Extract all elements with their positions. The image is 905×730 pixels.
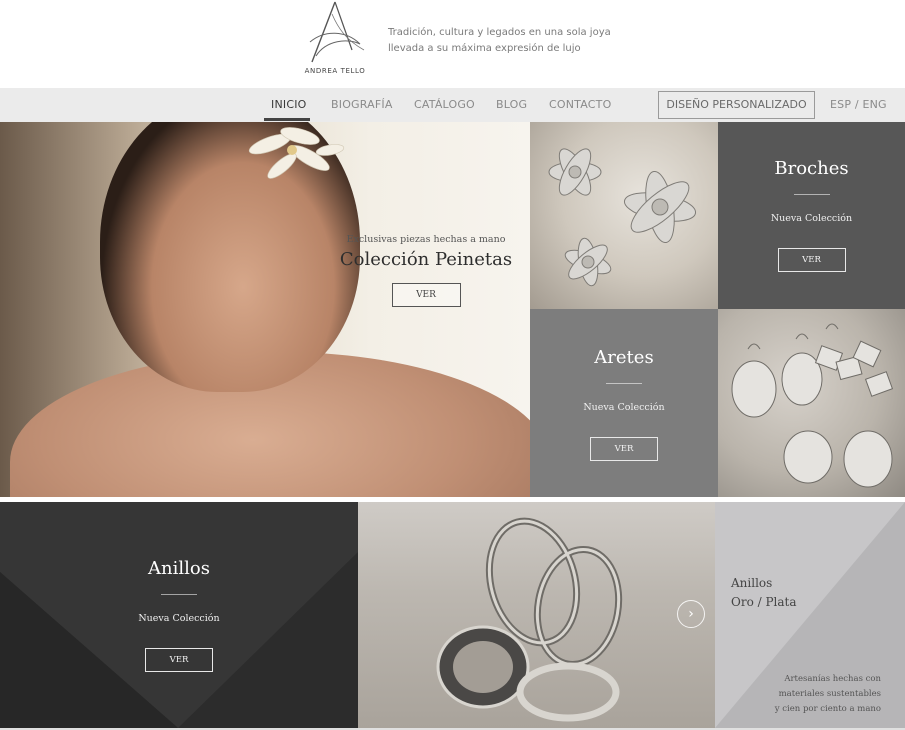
broches-photo[interactable] — [530, 122, 718, 309]
anillos-title: Anillos — [148, 558, 210, 579]
rings-icon — [436, 517, 623, 722]
broches-title: Broches — [774, 158, 849, 179]
brooch-flowers-icon — [548, 148, 697, 287]
nav-item-contacto[interactable]: CONTACTO — [549, 88, 611, 122]
nav-item-biografia[interactable]: BIOGRAFÍA — [331, 88, 393, 122]
side-title-line-1: Anillos — [731, 576, 773, 590]
logo-mark-icon — [309, 1, 365, 63]
anillos-info-panel: Anillos Oro / Plata Artesanías hechas co… — [715, 502, 905, 728]
tagline-line-1: Tradición, cultura y legados en una sola… — [388, 27, 611, 38]
brand-logo[interactable]: ANDREA TELLO — [298, 0, 372, 80]
side-note-line-1: Artesanías hechas con — [784, 674, 881, 684]
broches-subtitle: Nueva Colección — [770, 213, 853, 224]
side-title: Anillos Oro / Plata — [731, 574, 797, 612]
anillos-view-button[interactable]: VER — [145, 648, 213, 672]
hero-view-button[interactable]: VER — [391, 283, 461, 307]
aretes-title: Aretes — [594, 347, 654, 368]
side-title-line-2: Oro / Plata — [731, 595, 797, 609]
hero-caption: Exclusivas piezas hechas a mano Colecció… — [330, 234, 522, 307]
hero-subtitle: Exclusivas piezas hechas a mano — [346, 234, 506, 245]
nav-item-catalogo[interactable]: CATÁLOGO — [414, 88, 475, 122]
anillos-subtitle: Nueva Colección — [138, 613, 220, 624]
aretes-photo[interactable] — [718, 309, 905, 497]
broches-panel: Broches Nueva Colección VER — [718, 122, 905, 309]
anillos-divider — [161, 594, 197, 595]
nav-item-blog[interactable]: BLOG — [496, 88, 527, 122]
brand-name: ANDREA TELLO — [304, 67, 366, 75]
nav-active-indicator — [264, 118, 310, 121]
broches-view-button[interactable]: VER — [777, 248, 846, 272]
nav-item-inicio[interactable]: INICIO — [271, 88, 307, 122]
side-note-line-3: y cien por ciento a mano — [774, 704, 881, 714]
side-note: Artesanías hechas con materiales sustent… — [741, 672, 881, 717]
site-header: ANDREA TELLO Tradición, cultura y legado… — [0, 0, 905, 88]
aretes-divider — [606, 383, 642, 384]
tagline-line-2: llevada a su máxima expresión de lujo — [388, 43, 581, 54]
language-switch[interactable]: ESP / ENG — [830, 88, 887, 122]
chevron-right-icon: › — [688, 606, 694, 622]
broches-divider — [793, 194, 830, 195]
aretes-panel: Aretes Nueva Colección VER — [530, 309, 718, 497]
anillos-panel: Anillos Nueva Colección VER — [0, 502, 358, 728]
aretes-view-button[interactable]: VER — [590, 437, 658, 461]
earrings-icon — [731, 323, 894, 488]
hero-banner: Exclusivas piezas hechas a mano Colecció… — [0, 122, 530, 497]
hair-flower-icon — [248, 127, 345, 179]
slider-next-button[interactable]: › — [677, 600, 705, 628]
custom-design-button[interactable]: DISEÑO PERSONALIZADO — [658, 91, 815, 119]
aretes-subtitle: Nueva Colección — [583, 402, 665, 413]
tagline: Tradición, cultura y legados en una sola… — [388, 25, 611, 57]
side-note-line-2: materiales sustentables — [778, 689, 881, 699]
hero-title: Colección Peinetas — [339, 249, 513, 270]
anillos-photo[interactable] — [358, 502, 715, 728]
